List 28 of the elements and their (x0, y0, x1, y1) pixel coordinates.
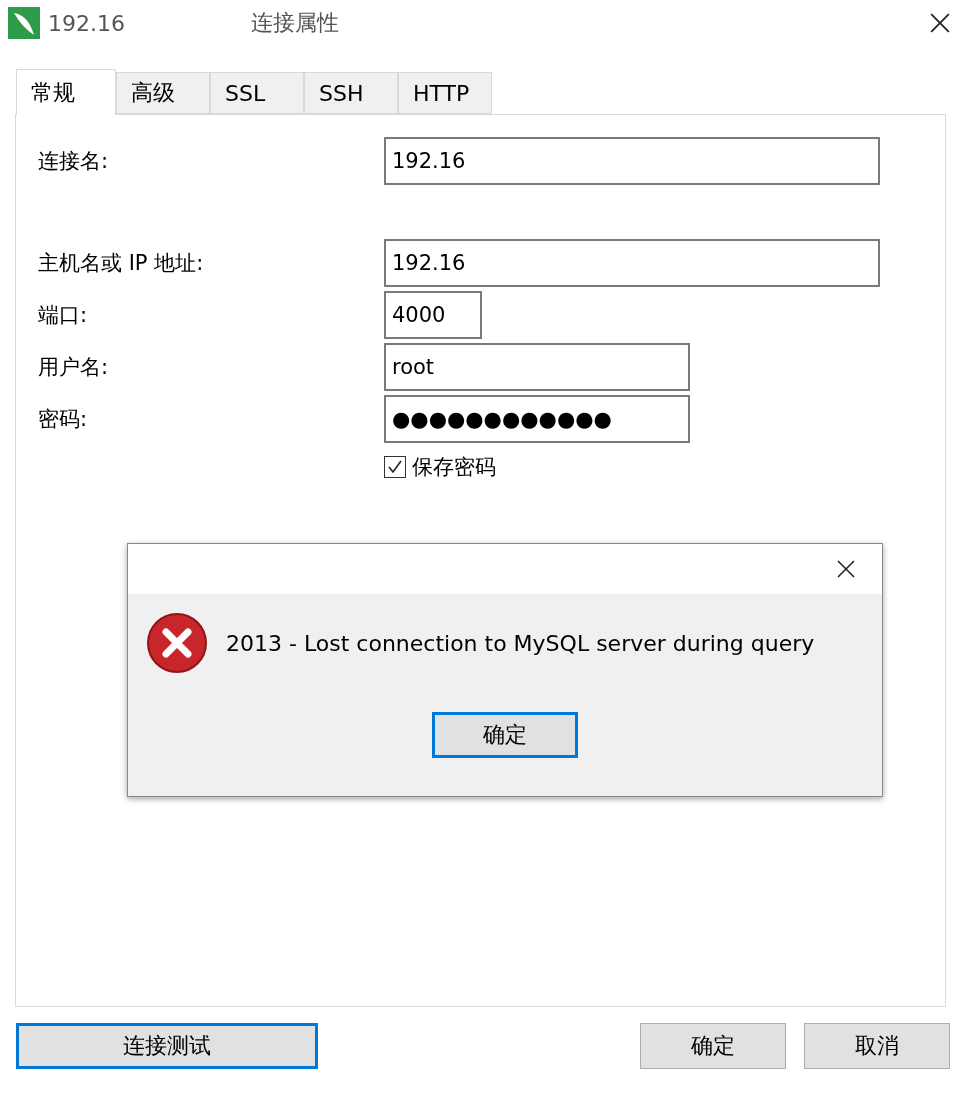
checkbox[interactable] (384, 456, 406, 478)
error-icon (146, 612, 208, 674)
tab[interactable]: SSH (304, 72, 398, 114)
input-field[interactable]: 4000 (384, 291, 482, 339)
dialog-button[interactable]: 确定 (640, 1023, 786, 1069)
field-label: 主机名或 IP 地址: (38, 250, 205, 277)
ok-button[interactable]: 确定 (432, 712, 578, 758)
input-field[interactable]: root (384, 343, 690, 391)
error-message: 2013 - Lost connection to MySQL server during query (226, 630, 815, 656)
app-logo-icon (8, 7, 40, 39)
checkbox-label: 保存密码 (412, 454, 496, 481)
dialog-button[interactable]: 连接测试 (16, 1023, 318, 1069)
close-icon[interactable] (929, 12, 951, 34)
window-title: 192.16 (48, 10, 125, 36)
field-label: 端口: (38, 302, 89, 329)
input-field[interactable]: 192.16 (384, 137, 880, 185)
tab[interactable]: HTTP (398, 72, 492, 114)
tab[interactable]: SSL (210, 72, 304, 114)
tab[interactable]: 高级 (116, 72, 210, 114)
field-label: 用户名: (38, 354, 110, 381)
input-field[interactable]: 192.16 (384, 239, 880, 287)
field-label: 密码: (38, 406, 89, 433)
field-label: 连接名: (38, 148, 110, 175)
dialog-button[interactable]: 取消 (804, 1023, 950, 1069)
close-icon[interactable] (836, 559, 856, 579)
input-field[interactable]: ●●●●●●●●●●●● (384, 395, 690, 443)
tab[interactable]: 常规 (16, 69, 116, 115)
window-title: 连接属性 (251, 9, 339, 37)
